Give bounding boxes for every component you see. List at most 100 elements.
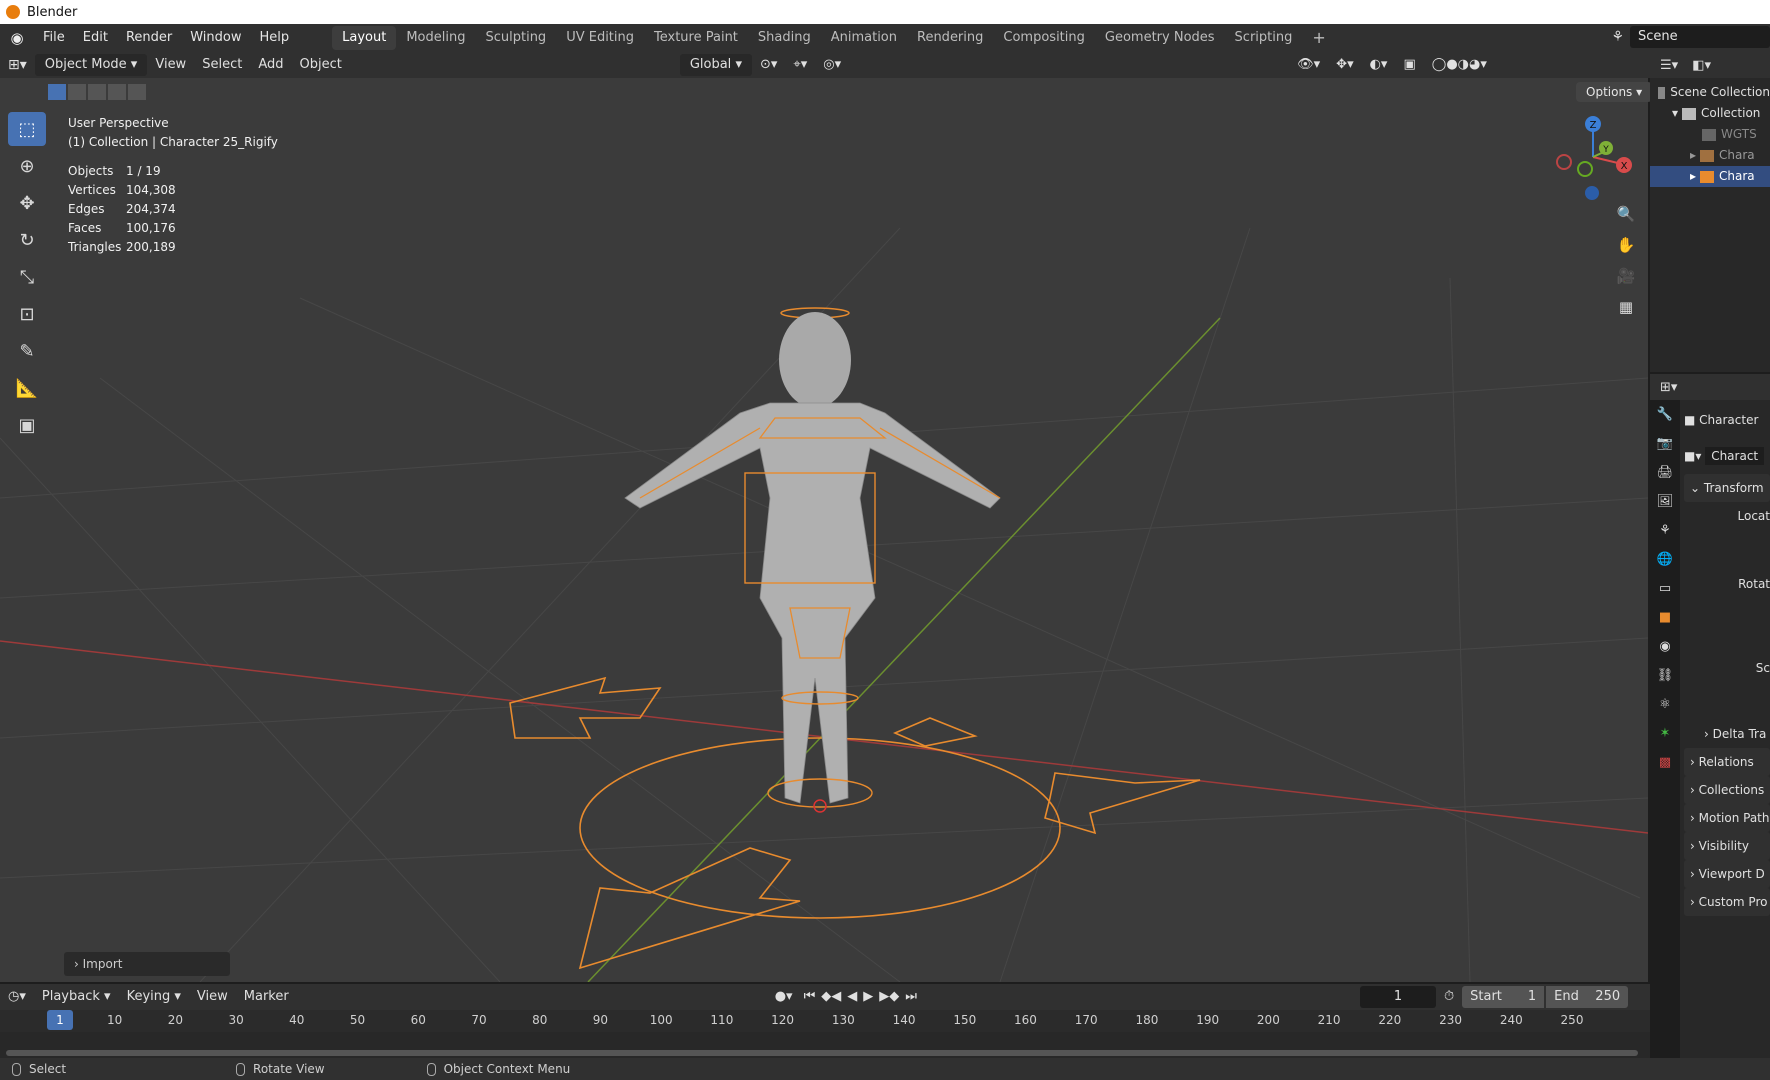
menu-view[interactable]: View: [147, 54, 194, 76]
rig-root-control[interactable]: [509, 676, 1201, 970]
blender-menu-icon[interactable]: ◉: [0, 29, 34, 47]
scene-name-field[interactable]: Scene: [1630, 26, 1770, 48]
next-keyframe-icon[interactable]: ▶◆: [876, 986, 902, 1008]
overlay-toggle-icon[interactable]: ◐▾: [1362, 54, 1396, 76]
options-dropdown[interactable]: Options ▾: [1576, 82, 1653, 102]
cursor-tool-icon[interactable]: ⊕: [8, 149, 46, 183]
tab-sculpting[interactable]: Sculpting: [475, 26, 556, 50]
editor-type-icon[interactable]: ⊞▾: [0, 54, 35, 76]
measure-tool-icon[interactable]: 📐: [8, 371, 46, 405]
end-frame-field[interactable]: End 250: [1546, 986, 1629, 1008]
rotation-row[interactable]: Rotat: [1684, 570, 1770, 598]
timeline-editor-icon[interactable]: ◷▾: [0, 986, 34, 1008]
panel-custom-properties[interactable]: › Custom Pro: [1684, 888, 1770, 916]
jump-start-icon[interactable]: ⏮: [801, 986, 819, 1008]
outliner-editor-icon[interactable]: ☰▾: [1660, 58, 1678, 73]
add-cube-tool-icon[interactable]: ▣: [8, 408, 46, 442]
orientation-dropdown[interactable]: Global ▾: [679, 54, 752, 76]
camera-icon[interactable]: 🎥: [1612, 262, 1640, 290]
panel-visibility[interactable]: › Visibility: [1684, 832, 1770, 860]
add-workspace-icon[interactable]: +: [1302, 26, 1335, 50]
display-mode-icon[interactable]: ◧▾: [1692, 58, 1711, 73]
render-tab-icon[interactable]: 📷: [1650, 429, 1680, 458]
outliner-row-character-2[interactable]: ▸ Chara: [1650, 166, 1770, 187]
menu-object[interactable]: Object: [291, 54, 349, 76]
texture-tab-icon[interactable]: ▩: [1650, 748, 1680, 777]
tab-scripting[interactable]: Scripting: [1225, 26, 1303, 50]
tab-uv-editing[interactable]: UV Editing: [556, 26, 644, 50]
frame-ruler[interactable]: 1 10 20 30 40 50 60 70 80 90 100 110 120 130 140 150 160…: [0, 1010, 1650, 1032]
tab-layout[interactable]: Layout: [332, 26, 397, 50]
tab-compositing[interactable]: Compositing: [993, 26, 1095, 50]
menu-marker[interactable]: Marker: [236, 986, 297, 1008]
proportional-edit-icon[interactable]: ◎▾: [815, 54, 849, 76]
rotate-tool-icon[interactable]: ↻: [8, 223, 46, 257]
object-tab-icon[interactable]: ■: [1650, 603, 1680, 632]
outliner-row-character-1[interactable]: ▸ Chara: [1650, 145, 1770, 166]
panel-delta-transform[interactable]: › Delta Tra: [1684, 720, 1770, 748]
play-reverse-icon[interactable]: ◀: [844, 986, 860, 1008]
annotate-tool-icon[interactable]: ✎: [8, 334, 46, 368]
location-row[interactable]: Locat: [1684, 502, 1770, 530]
data-tab-icon[interactable]: ✶: [1650, 719, 1680, 748]
menu-playback[interactable]: Playback ▾: [34, 986, 119, 1008]
visibility-icon[interactable]: 👁▾: [1289, 54, 1328, 76]
pivot-icon[interactable]: ⊙▾: [752, 54, 785, 76]
navigation-gizmo[interactable]: Z X Y: [1548, 112, 1638, 202]
tab-rendering[interactable]: Rendering: [907, 26, 993, 50]
menu-select[interactable]: Select: [194, 54, 250, 76]
xray-icon[interactable]: ▣: [1395, 54, 1423, 76]
select-extend-icon[interactable]: [68, 84, 86, 100]
select-subtract-icon[interactable]: [88, 84, 106, 100]
panel-viewport-display[interactable]: › Viewport D: [1684, 860, 1770, 888]
properties-editor-icon[interactable]: ⊞▾: [1660, 380, 1677, 395]
menu-timeline-view[interactable]: View: [189, 986, 236, 1008]
menu-keying[interactable]: Keying ▾: [119, 986, 189, 1008]
view-layer-tab-icon[interactable]: 🖼: [1650, 487, 1680, 516]
transform-tool-icon[interactable]: ⊡: [8, 297, 46, 331]
menu-render[interactable]: Render: [117, 24, 181, 52]
prev-keyframe-icon[interactable]: ◆◀: [818, 986, 844, 1008]
scene-icon[interactable]: ⚘: [1611, 29, 1624, 45]
3d-viewport[interactable]: [0, 78, 1648, 982]
constraint-tab-icon[interactable]: ⛓: [1650, 661, 1680, 690]
zoom-icon[interactable]: 🔍: [1612, 200, 1640, 228]
tool-tab-icon[interactable]: 🔧: [1650, 400, 1680, 429]
modifier-tab-icon[interactable]: ◉: [1650, 632, 1680, 661]
menu-help[interactable]: Help: [251, 24, 299, 52]
panel-motion-paths[interactable]: › Motion Path: [1684, 804, 1770, 832]
tab-texture-paint[interactable]: Texture Paint: [644, 26, 748, 50]
tab-geometry-nodes[interactable]: Geometry Nodes: [1095, 26, 1225, 50]
outliner-row-scene-collection[interactable]: Scene Collection: [1650, 82, 1770, 103]
play-icon[interactable]: ▶: [860, 986, 876, 1008]
pan-hand-icon[interactable]: ✋: [1612, 231, 1640, 259]
menu-file[interactable]: File: [34, 24, 74, 52]
world-tab-icon[interactable]: 🌐: [1650, 545, 1680, 574]
physics-tab-icon[interactable]: ⚛: [1650, 690, 1680, 719]
move-tool-icon[interactable]: ✥: [8, 186, 46, 220]
snap-icon[interactable]: ⌖▾: [785, 54, 815, 76]
outliner-row-collection[interactable]: ▾ Collection: [1650, 103, 1770, 124]
menu-edit[interactable]: Edit: [74, 24, 117, 52]
preview-range-icon[interactable]: ⏱: [1436, 986, 1462, 1008]
output-tab-icon[interactable]: 🖨: [1650, 458, 1680, 487]
last-operator-panel[interactable]: › Import: [64, 952, 230, 976]
current-frame-indicator[interactable]: 1: [47, 1010, 73, 1030]
gizmo-toggle-icon[interactable]: ✥▾: [1328, 54, 1361, 76]
menu-add[interactable]: Add: [250, 54, 291, 76]
record-icon[interactable]: ●▾: [767, 986, 801, 1008]
object-data-row[interactable]: ■▾ Charact: [1684, 442, 1770, 470]
collection-tab-icon[interactable]: ▭: [1650, 574, 1680, 603]
scale-row[interactable]: Sc: [1684, 654, 1770, 682]
object-name-row[interactable]: ■ Character: [1684, 406, 1770, 434]
jump-end-icon[interactable]: ⏭: [902, 986, 920, 1008]
select-invert-icon[interactable]: [108, 84, 126, 100]
shading-modes-icon[interactable]: ◯●◑◕▾: [1424, 54, 1495, 76]
scale-tool-icon[interactable]: ⤡: [8, 260, 46, 294]
current-frame-field[interactable]: 1: [1359, 986, 1436, 1008]
select-intersect-icon[interactable]: [128, 84, 146, 100]
outliner-row-wgts[interactable]: WGTS: [1650, 124, 1770, 145]
select-new-icon[interactable]: [48, 84, 66, 100]
mode-dropdown[interactable]: Object Mode ▾: [34, 54, 148, 76]
transform-panel-header[interactable]: ⌄ Transform: [1684, 474, 1770, 502]
